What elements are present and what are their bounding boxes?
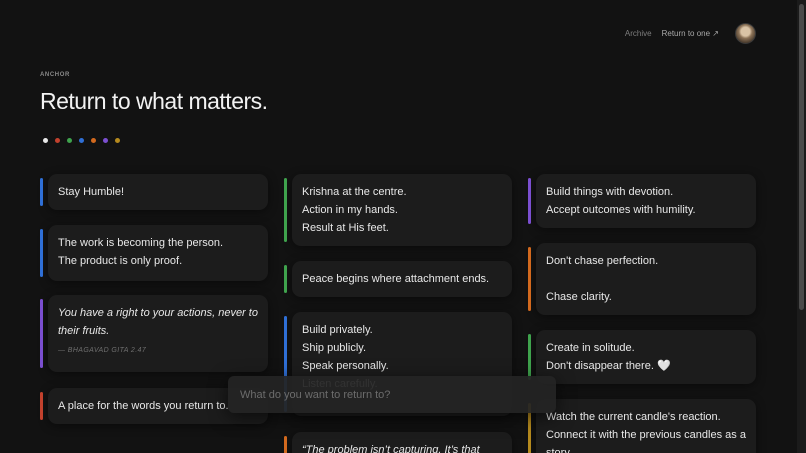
app-eyebrow: ANCHOR — [40, 72, 70, 78]
note-card[interactable]: Build things with devotion. Accept outco… — [528, 174, 756, 228]
note-card[interactable]: Create in solitude. Don't disappear ther… — [528, 330, 756, 384]
quote-text: You have a right to your actions, never … — [58, 307, 258, 337]
color-dot-green[interactable] — [67, 138, 72, 143]
note-text: The work is becoming the person. The pro… — [58, 237, 224, 267]
return-to-one-link[interactable]: Return to one ↗ — [662, 29, 719, 38]
search-input[interactable] — [228, 376, 556, 413]
note-text: “The problem isn’t capturing. It’s that — [302, 444, 480, 453]
archive-link[interactable]: Archive — [625, 29, 652, 38]
scrollbar[interactable] — [797, 0, 806, 453]
note-text: Krishna at the centre. Action in my hand… — [302, 186, 407, 234]
anchor-page: Archive Return to one ↗ ANCHOR Return to… — [0, 0, 806, 453]
color-dot-blue[interactable] — [79, 138, 84, 143]
color-dot-red[interactable] — [55, 138, 60, 143]
note-card[interactable]: The work is becoming the person. The pro… — [40, 225, 268, 281]
note-card[interactable]: Krishna at the centre. Action in my hand… — [284, 174, 512, 246]
color-dot-purple[interactable] — [103, 138, 108, 143]
note-card[interactable]: You have a right to your actions, never … — [40, 295, 268, 372]
note-card[interactable]: “The problem isn’t capturing. It’s that — [284, 432, 512, 453]
note-text: Don't chase perfection. Chase clarity. — [546, 255, 659, 303]
top-nav: Archive Return to one ↗ — [625, 23, 756, 44]
note-text: Build things with devotion. Accept outco… — [546, 186, 696, 216]
color-dot-orange[interactable] — [91, 138, 96, 143]
scrollbar-thumb[interactable] — [799, 4, 804, 310]
note-text: Watch the current candle's reaction. Con… — [546, 411, 746, 453]
avatar[interactable] — [735, 23, 756, 44]
note-text: Create in solitude. Don't disappear ther… — [546, 342, 671, 372]
color-dot-white[interactable] — [43, 138, 48, 143]
page-title: Return to what matters. — [40, 88, 268, 114]
note-text: Stay Humble! — [58, 186, 125, 198]
note-text: Peace begins where attachment ends. — [302, 273, 490, 285]
search-bar — [228, 376, 556, 413]
color-filter-dots — [43, 138, 120, 143]
note-card[interactable]: Stay Humble! — [40, 174, 268, 210]
color-dot-gold[interactable] — [115, 138, 120, 143]
quote-citation: — BHAGAVAD GITA 2.47 — [58, 347, 147, 354]
note-card[interactable]: Watch the current candle's reaction. Con… — [528, 399, 756, 453]
note-card[interactable]: Don't chase perfection. Chase clarity. — [528, 243, 756, 315]
note-card[interactable]: Peace begins where attachment ends. — [284, 261, 512, 297]
